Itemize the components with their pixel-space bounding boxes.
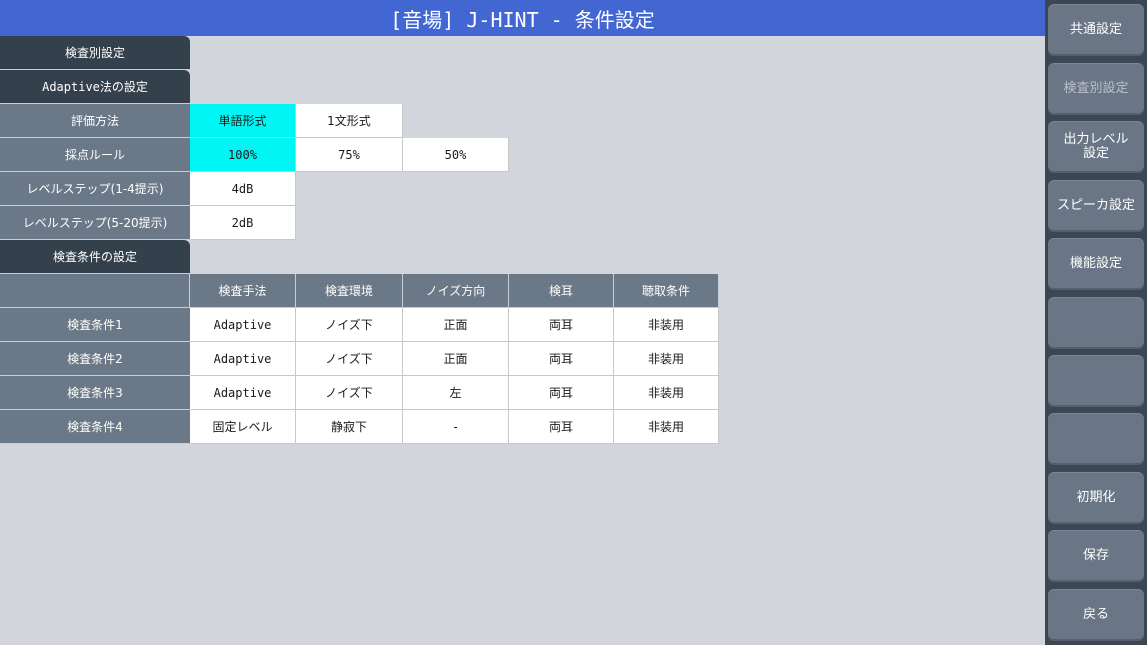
condition-4-method[interactable]: 固定レベル: [190, 410, 296, 444]
section-test-conditions: 検査条件の設定: [0, 240, 190, 274]
condition-1-noise-direction[interactable]: 正面: [403, 308, 509, 342]
condition-2-method[interactable]: Adaptive: [190, 342, 296, 376]
table-header-listening-condition: 聴取条件: [614, 274, 719, 308]
table-header-noise-direction: ノイズ方向: [403, 274, 509, 308]
section-per-test-settings: 検査別設定: [0, 36, 190, 70]
table-header-corner: [0, 274, 190, 308]
table-header-environment: 検査環境: [296, 274, 403, 308]
level-step-5-20-value[interactable]: 2dB: [190, 206, 296, 240]
condition-2-environment[interactable]: ノイズ下: [296, 342, 403, 376]
condition-4-listening[interactable]: 非装用: [614, 410, 719, 444]
side-menu: 共通設定 検査別設定 出力レベル 設定 スピーカ設定 機能設定 初期化 保存 戻…: [1045, 0, 1147, 645]
eval-method-word-option[interactable]: 単語形式: [190, 104, 296, 138]
condition-1-test-ear[interactable]: 両耳: [509, 308, 614, 342]
condition-3-environment[interactable]: ノイズ下: [296, 376, 403, 410]
empty-button-3: [1048, 413, 1144, 465]
condition-3-test-ear[interactable]: 両耳: [509, 376, 614, 410]
save-button[interactable]: 保存: [1048, 530, 1144, 582]
condition-3-noise-direction[interactable]: 左: [403, 376, 509, 410]
initialize-button[interactable]: 初期化: [1048, 472, 1144, 524]
empty-button-1: [1048, 297, 1144, 349]
scoring-rule-75-option[interactable]: 75%: [296, 138, 403, 172]
speaker-settings-button[interactable]: スピーカ設定: [1048, 180, 1144, 232]
condition-3-label: 検査条件3: [0, 376, 190, 410]
condition-2-listening[interactable]: 非装用: [614, 342, 719, 376]
level-step-1-4-value[interactable]: 4dB: [190, 172, 296, 206]
eval-method-sentence-option[interactable]: 1文形式: [296, 104, 403, 138]
window-title: [音場] J-HINT - 条件設定: [0, 0, 1045, 36]
condition-2-noise-direction[interactable]: 正面: [403, 342, 509, 376]
condition-1-label: 検査条件1: [0, 308, 190, 342]
condition-3-method[interactable]: Adaptive: [190, 376, 296, 410]
level-step-5-20-label: レベルステップ(5-20提示): [0, 206, 190, 240]
condition-4-environment[interactable]: 静寂下: [296, 410, 403, 444]
scoring-rule-100-option[interactable]: 100%: [190, 138, 296, 172]
level-step-1-4-label: レベルステップ(1-4提示): [0, 172, 190, 206]
empty-button-2: [1048, 355, 1144, 407]
section-adaptive-settings: Adaptive法の設定: [0, 70, 190, 104]
condition-1-method[interactable]: Adaptive: [190, 308, 296, 342]
function-settings-button[interactable]: 機能設定: [1048, 238, 1144, 290]
condition-4-test-ear[interactable]: 両耳: [509, 410, 614, 444]
table-header-test-ear: 検耳: [509, 274, 614, 308]
condition-4-label: 検査条件4: [0, 410, 190, 444]
condition-1-environment[interactable]: ノイズ下: [296, 308, 403, 342]
per-test-settings-button[interactable]: 検査別設定: [1048, 63, 1144, 115]
table-header-method: 検査手法: [190, 274, 296, 308]
condition-1-listening[interactable]: 非装用: [614, 308, 719, 342]
condition-2-label: 検査条件2: [0, 342, 190, 376]
condition-2-test-ear[interactable]: 両耳: [509, 342, 614, 376]
scoring-rule-50-option[interactable]: 50%: [403, 138, 509, 172]
back-button[interactable]: 戻る: [1048, 589, 1144, 641]
common-settings-button[interactable]: 共通設定: [1048, 4, 1144, 56]
output-level-settings-button[interactable]: 出力レベル 設定: [1048, 121, 1144, 173]
condition-3-listening[interactable]: 非装用: [614, 376, 719, 410]
scoring-rule-label: 採点ルール: [0, 138, 190, 172]
condition-4-noise-direction[interactable]: -: [403, 410, 509, 444]
eval-method-label: 評価方法: [0, 104, 190, 138]
